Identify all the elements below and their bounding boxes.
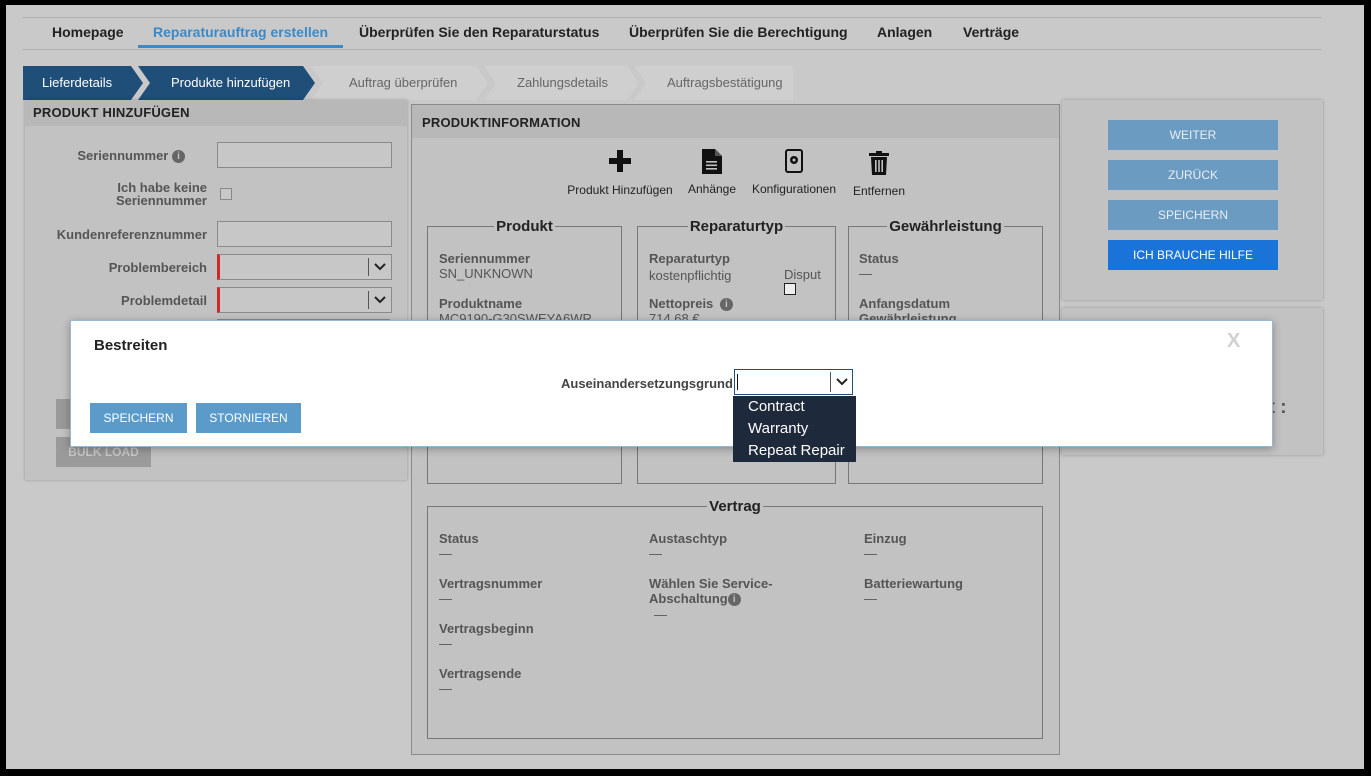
problem-detail-label: Problemdetail [121,293,207,308]
panel-title: PRODUKT HINZUFÜGEN [25,100,407,126]
problem-area-select[interactable] [217,254,392,280]
close-icon[interactable]: X [1227,330,1240,353]
no-serial-label: Ich habe keine Seriennummer [115,180,207,208]
back-button[interactable]: ZURÜCK [1108,160,1278,190]
step-payment-details[interactable]: Zahlungsdetails [484,66,639,100]
customer-ref-input[interactable] [217,221,392,247]
nav-create-repair-order[interactable]: Reparaturauftrag erstellen [138,18,344,48]
panel-title: PRODUKTINFORMATION [412,105,1059,138]
chevron-down-icon [368,291,391,309]
device-settings-icon [785,149,803,173]
app-frame: Homepage Reparaturauftrag erstellen Über… [6,5,1364,769]
collection-label: Einzug [864,531,907,546]
collection-value: — [864,546,877,561]
option-warranty[interactable]: Warranty [733,418,856,440]
contract-status-value: — [439,546,452,561]
chevron-down-icon [830,372,852,392]
modal-cancel-button[interactable]: STORNIEREN [196,403,301,433]
warranty-status-value: — [859,266,872,281]
option-repeat-repair[interactable]: Repeat Repair [733,440,856,462]
problem-area-label: Problembereich [108,260,207,275]
no-serial-checkbox[interactable] [220,188,232,200]
need-help-button[interactable]: ICH BRAUCHE HILFE [1108,240,1278,270]
step-add-products[interactable]: Produkte hinzufügen [138,66,315,100]
trash-icon [869,151,889,175]
step-order-confirmation[interactable]: Auftragsbestätigung [634,66,793,100]
battery-maintenance-label: Batteriewartung [864,576,963,591]
product-name-label: Produktname [439,296,523,311]
net-price-label: Nettopreis i [649,296,733,312]
dispute-checkbox[interactable] [784,283,796,295]
reason-select[interactable] [734,369,853,395]
contract-box: Vertrag Status — Austaschtyp — Einzug — … [427,498,1043,739]
service-shutdown-label: Wählen Sie Service- Abschaltung i [649,576,773,607]
serial-number-value: SN_UNKNOWN [439,266,533,281]
warranty-box-title: Gewährleistung [887,218,1004,235]
contract-begin-value: — [439,636,452,651]
top-nav: Homepage Reparaturauftrag erstellen Über… [22,17,1322,50]
modal-save-button[interactable]: SPEICHERN [90,403,187,433]
contract-begin-label: Vertragsbeginn [439,621,534,636]
configurations-tool[interactable]: Konfigurationen [750,149,838,196]
repair-type-value: kostenpflichtig [649,268,732,283]
contract-end-label: Vertragsende [439,666,522,681]
info-icon[interactable]: i [719,298,733,312]
dispute-label: Disput [784,267,821,282]
serial-input[interactable] [217,142,392,168]
exchange-type-value: — [649,546,662,561]
info-icon[interactable]: i [727,593,741,607]
option-contract[interactable]: Contract [733,396,856,418]
customer-ref-label: Kundenreferenznummer [56,227,207,242]
problem-detail-select[interactable] [217,287,392,313]
exchange-type-label: Austaschtyp [649,531,728,546]
step-review-order[interactable]: Auftrag überprüfen [311,66,488,100]
contract-end-value: — [439,681,452,696]
document-icon [702,149,722,174]
warranty-status-label: Status [859,251,899,266]
remove-tool[interactable]: Entfernen [850,151,908,198]
serial-number-label: Seriennummer [439,251,531,266]
reason-label: Auseinandersetzungsgrund [561,376,733,391]
serial-label: Seriennummer i [45,148,185,164]
service-shutdown-value: — [654,607,667,622]
contract-number-value: — [439,591,452,606]
add-product-tool[interactable]: Produkt Hinzufügen [565,149,675,197]
next-button[interactable]: WEITER [1108,120,1278,150]
reason-dropdown-list: Contract Warranty Repeat Repair [733,396,856,462]
nav-check-repair-status[interactable]: Überprüfen Sie den Reparaturstatus [344,18,614,47]
nav-homepage[interactable]: Homepage [37,18,139,47]
dispute-modal: Bestreiten X Auseinandersetzungsgrund SP… [70,320,1273,447]
contract-number-label: Vertragsnummer [439,576,543,591]
text-cursor [737,374,738,390]
contract-status-label: Status [439,531,479,546]
repair-type-box-title: Reparaturtyp [687,218,786,235]
product-box-title: Produkt [494,218,555,235]
save-button[interactable]: SPEICHERN [1108,200,1278,230]
nav-contracts[interactable]: Verträge [948,18,1034,47]
attachments-tool[interactable]: Anhänge [683,149,741,196]
battery-maintenance-value: — [864,591,877,606]
actions-panel: WEITER ZURÜCK SPEICHERN ICH BRAUCHE HILF… [1062,100,1323,300]
nav-assets[interactable]: Anlagen [862,18,947,47]
modal-title: Bestreiten [94,337,168,354]
nav-check-eligibility[interactable]: Überprüfen Sie die Berechtigung [614,18,863,47]
chevron-down-icon [368,258,391,276]
info-icon[interactable]: i [172,150,185,164]
plus-icon [609,150,631,172]
repair-type-label: Reparaturtyp [649,251,730,266]
contract-box-title: Vertrag [707,498,763,515]
step-delivery-details[interactable]: Lieferdetails [23,66,143,100]
